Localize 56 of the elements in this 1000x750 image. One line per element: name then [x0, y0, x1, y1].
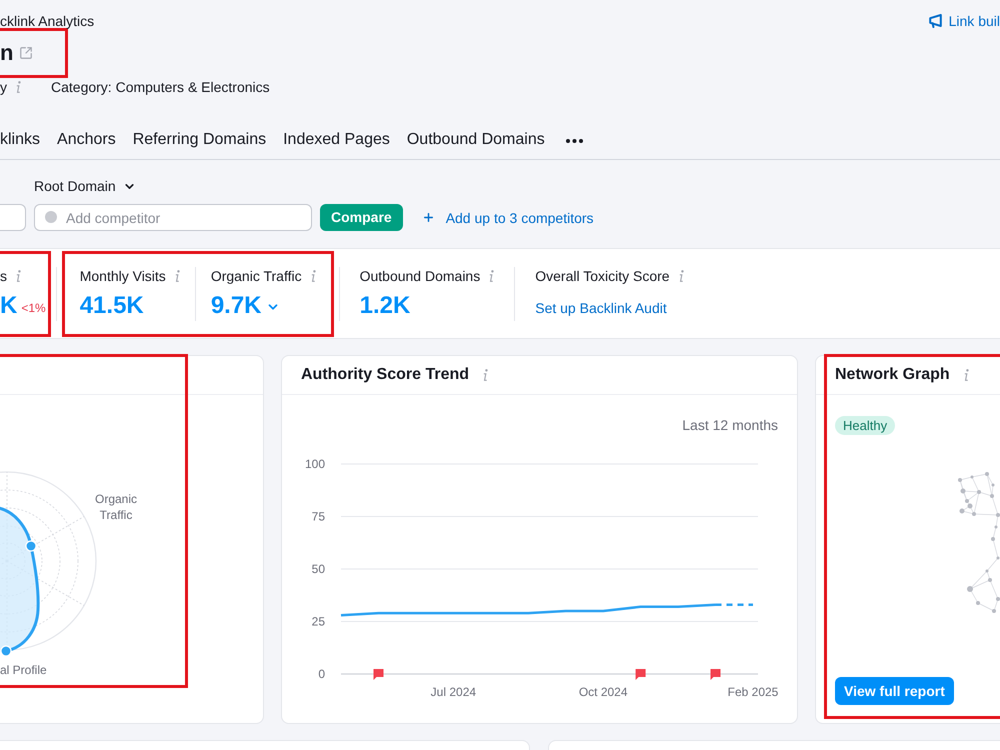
- metric-value[interactable]: 41.5K: [80, 290, 144, 320]
- add-competitors-link[interactable]: Add up to 3 competitors: [422, 208, 594, 226]
- axis-label: 50: [312, 562, 325, 576]
- breadcrumb-link[interactable]: cklink Analytics: [0, 12, 94, 30]
- tab[interactable]: Anchors: [57, 120, 116, 159]
- axis-label: 0: [318, 667, 325, 681]
- axis-label: al Profile: [0, 662, 47, 678]
- metric-label: Overall Toxicity Score: [535, 266, 670, 284]
- root-domain-dropdown[interactable]: Root Domain: [34, 176, 136, 196]
- meta-text: Category: Computers & Electronics: [51, 78, 270, 96]
- metric-label: Monthly Visits: [80, 266, 166, 284]
- tab[interactable]: Indexed Pages: [283, 120, 390, 159]
- info-icon: [310, 270, 316, 282]
- info-icon: [174, 270, 180, 282]
- info-icon: [483, 369, 488, 381]
- meta-text: y: [0, 78, 7, 96]
- period-label: Last 12 months: [682, 416, 778, 435]
- info-icon: [16, 270, 21, 282]
- competitor-input[interactable]: Add competitor: [34, 204, 312, 231]
- audit-link[interactable]: Set up Backlink Audit: [535, 298, 667, 316]
- axis-label: 75: [312, 510, 325, 524]
- axis-label: Jul 2024: [430, 685, 476, 699]
- compare-button[interactable]: Compare: [320, 204, 403, 231]
- metric-label: Organic Traffic: [210, 266, 302, 284]
- axis-label: Organic Traffic: [94, 491, 138, 523]
- domain-title: n: [0, 39, 14, 67]
- info-icon: [964, 369, 969, 381]
- metric-label: s: [0, 266, 7, 284]
- info-icon: [678, 270, 684, 282]
- axis-label: 25: [312, 614, 325, 628]
- tab[interactable]: Referring Domains: [132, 120, 266, 159]
- status-badge: Healthy: [835, 416, 896, 435]
- metric-value[interactable]: 9.7K: [210, 290, 262, 320]
- metric-label: Outbound Domains: [360, 266, 480, 284]
- metric-value[interactable]: 1.2K: [360, 290, 410, 320]
- tab[interactable]: klinks: [0, 120, 40, 159]
- input-field[interactable]: [0, 204, 26, 231]
- view-report-button[interactable]: View full report: [835, 677, 954, 705]
- flag-icon[interactable]: [636, 669, 646, 680]
- axis-label: Feb 2025: [728, 685, 778, 699]
- megaphone-icon: [928, 14, 942, 28]
- more-icon: [566, 138, 583, 142]
- metric-value[interactable]: K: [0, 290, 18, 320]
- external-link-icon[interactable]: [19, 46, 34, 60]
- info-icon: [489, 270, 494, 282]
- plus-icon: [422, 211, 435, 224]
- info-icon: [16, 81, 21, 93]
- flag-icon[interactable]: [710, 669, 720, 680]
- flag-icon[interactable]: [374, 669, 384, 680]
- tab[interactable]: Outbound Domains: [406, 120, 545, 159]
- card-title: Network Graph: [835, 365, 950, 385]
- axis-label: Oct 2024: [578, 685, 628, 699]
- change-value: <1%: [21, 300, 46, 314]
- card-title: Authority Score Trend: [301, 365, 470, 385]
- link-building-link[interactable]: Link buil: [928, 12, 1000, 30]
- axis-label: 100: [304, 457, 325, 471]
